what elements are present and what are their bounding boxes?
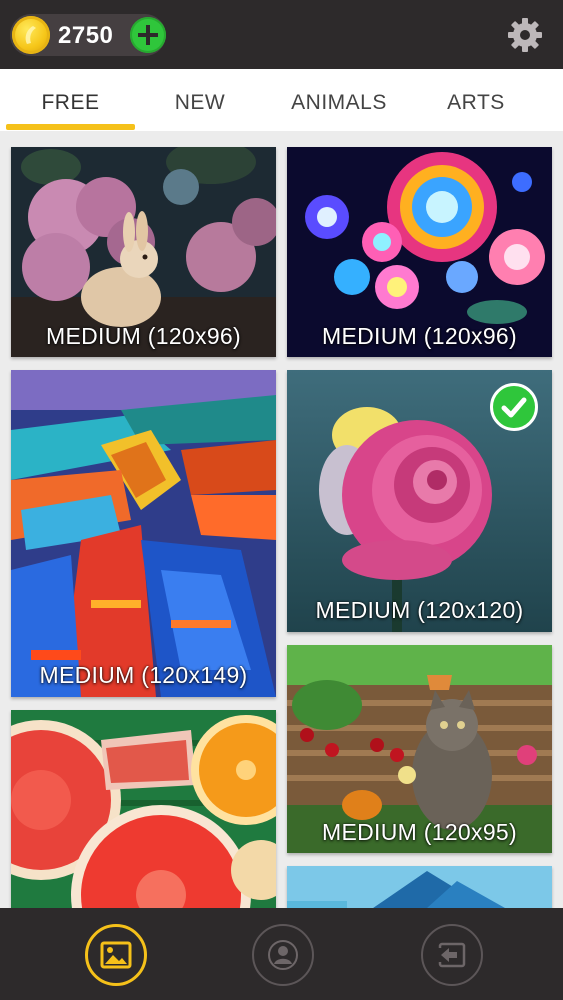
tab-free[interactable]: FREE (6, 69, 135, 131)
coin-icon (12, 16, 50, 54)
picture-card-bunny[interactable]: MEDIUM (120x96) (11, 147, 276, 357)
completed-badge (490, 383, 538, 431)
plus-icon (138, 25, 158, 45)
settings-button[interactable] (505, 15, 545, 55)
profile-button[interactable] (252, 924, 314, 986)
checkmark-icon (501, 397, 527, 418)
picture-size-label: MEDIUM (120x96) (46, 323, 241, 349)
picture-thumbnail (11, 710, 276, 908)
picture-size-label: MEDIUM (120x95) (322, 819, 517, 845)
picture-card-neon-flowers[interactable]: MEDIUM (120x96) (287, 147, 552, 357)
picture-card-pink-rose[interactable]: MEDIUM (120x120) (287, 370, 552, 632)
active-tab-indicator (6, 124, 135, 130)
coin-balance[interactable]: 2750 (10, 14, 166, 56)
picture-card-kitten[interactable]: MEDIUM (120x95) (287, 645, 552, 853)
picture-thumbnail (11, 370, 276, 697)
add-coins-button[interactable] (130, 17, 166, 53)
bottom-nav (0, 908, 563, 1000)
exit-button[interactable] (421, 924, 483, 986)
picture-card-citrus[interactable] (11, 710, 276, 908)
coin-count: 2750 (58, 22, 114, 49)
top-bar: 2750 (0, 0, 563, 69)
picture-size-label: MEDIUM (120x149) (39, 662, 248, 688)
category-tabs: FREE NEW ANIMALS ARTS (0, 69, 563, 131)
gallery-button[interactable] (85, 924, 147, 986)
picture-size-label: MEDIUM (120x120) (315, 597, 524, 623)
tab-arts[interactable]: ARTS (415, 69, 537, 131)
gallery-icon (100, 941, 132, 969)
tab-new[interactable]: NEW (140, 69, 260, 131)
tab-animals[interactable]: ANIMALS (270, 69, 408, 131)
exit-icon (437, 942, 466, 968)
app-screen: 2750 FREE NEW ANIMALS ARTS MEDIUM (120x9… (0, 0, 563, 1000)
profile-icon (268, 940, 298, 970)
picture-size-label: MEDIUM (120x96) (322, 323, 517, 349)
picture-card-painted-boats[interactable]: MEDIUM (120x149) (11, 370, 276, 697)
